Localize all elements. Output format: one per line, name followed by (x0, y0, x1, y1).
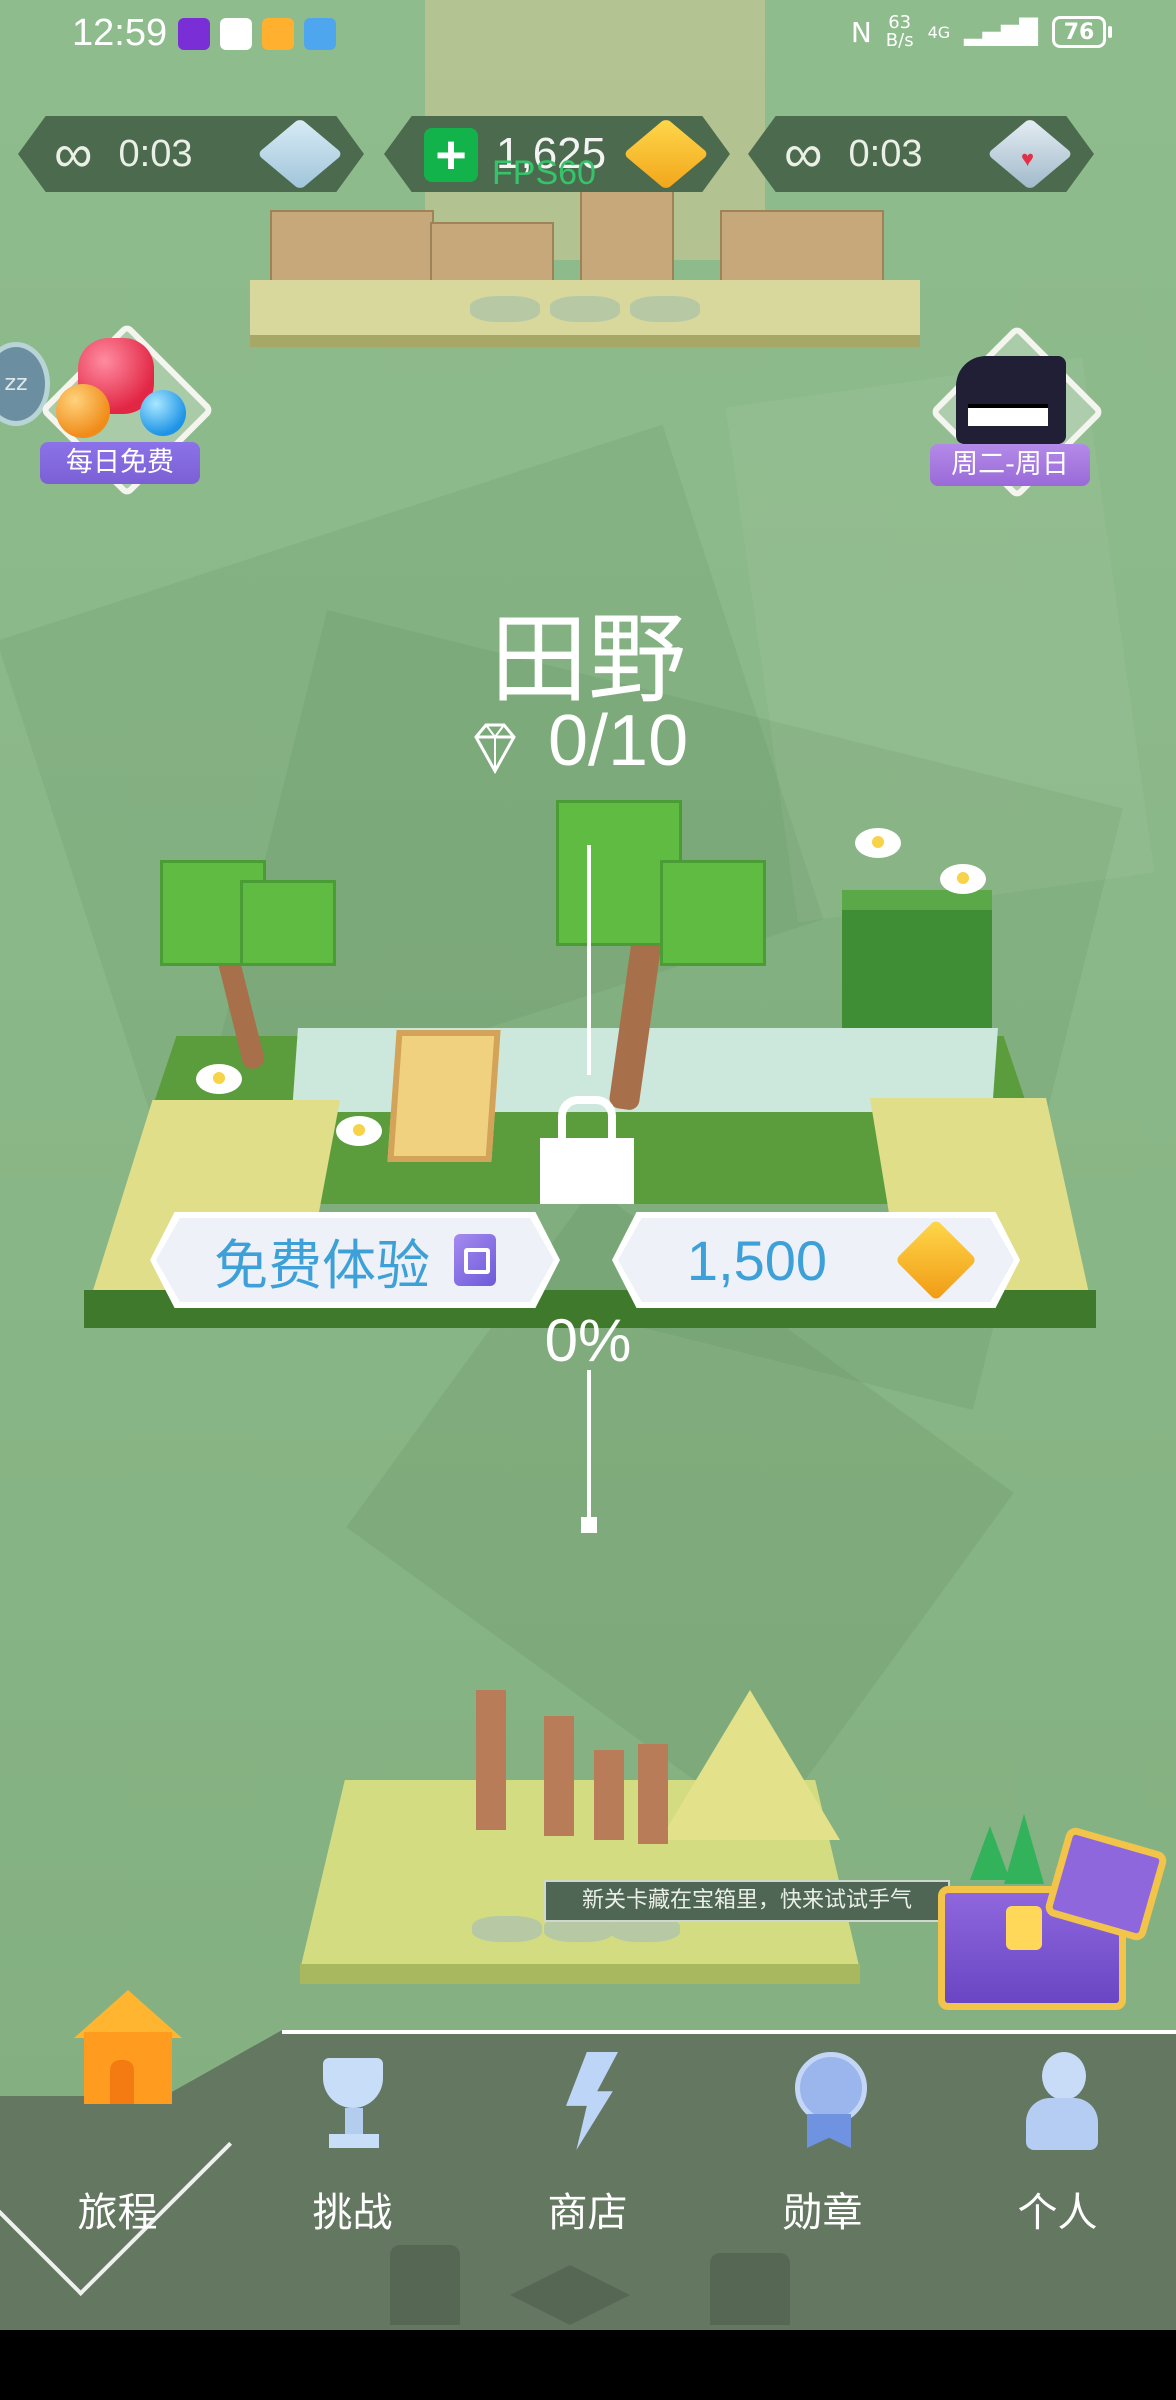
piano-icon (956, 356, 1066, 444)
mini-tree-icon (1004, 1814, 1044, 1884)
heart-timer: 0:03 (848, 132, 923, 175)
piano-event-badge[interactable]: 周二-周日 (920, 324, 1105, 510)
stone-pillar (594, 1750, 624, 1840)
notification-app-icon (262, 18, 294, 50)
daisy-flower (940, 864, 986, 894)
status-right-group: N 63 B/s 4G ▂▄▆█ 76 (850, 14, 1112, 50)
daily-free-label: 每日免费 (40, 442, 200, 484)
daisy-flower (336, 1116, 382, 1146)
stone-pad (630, 296, 700, 322)
piano-keys-icon (968, 404, 1048, 426)
gold-cube-icon (622, 117, 710, 191)
next-level-scenery[interactable] (300, 1690, 860, 1984)
store-bolt-icon (548, 2052, 632, 2162)
status-time: 12:59 (72, 12, 168, 54)
nav-journey[interactable]: 旅程 (0, 1990, 235, 2330)
orange-gem-icon (56, 384, 110, 438)
nav-profile[interactable]: 个人 (940, 2030, 1175, 2330)
stone-pillar (544, 1716, 574, 1836)
buy-level-inner: 1,500 (618, 1218, 1014, 1302)
add-coins-icon[interactable]: + (424, 128, 478, 182)
level-progress-percent: 0% (544, 1307, 632, 1374)
daisy-flower (196, 1064, 242, 1094)
battery-level: 76 (1063, 19, 1095, 45)
buy-level-button[interactable]: 1,500 (612, 1212, 1020, 1308)
free-trial-label: 免费体验 (214, 1233, 430, 1297)
event-schedule-label: 周二-周日 (930, 444, 1090, 486)
nav-label-profile: 个人 (1017, 2190, 1098, 2236)
heart-icon: ♥ (1020, 146, 1034, 171)
heart-timer-pill[interactable]: ∞ 0:03 ♥ (748, 116, 1094, 192)
raised-grass-block (842, 890, 992, 1032)
crystal-cube-icon (256, 117, 344, 191)
nav-label-journey: 旅程 (77, 2190, 158, 2236)
progress-string-bottom (587, 1370, 591, 1520)
network-speed: 63 B/s (886, 14, 914, 50)
infinity-icon: ∞ (784, 124, 822, 184)
system-navigation-bar (0, 2330, 1176, 2400)
nav-label-store: 商店 (547, 2190, 628, 2236)
scenery-platform-edge (300, 1964, 860, 1984)
signal-icon: ▂▄▆█ (964, 18, 1038, 46)
level-price: 1,500 (686, 1228, 828, 1292)
free-trial-button[interactable]: 免费体验 (150, 1212, 560, 1308)
treasure-hint-tooltip: 新关卡藏在宝箱里，快来试试手气 (544, 1880, 950, 1922)
stone-pillar (476, 1690, 506, 1830)
progress-string-top (587, 845, 591, 1075)
chest-lock-icon (1006, 1906, 1042, 1950)
ruin-block (430, 222, 554, 286)
battery-icon: 76 (1052, 16, 1112, 48)
tree-center (520, 760, 780, 1112)
infinity-icon: ∞ (54, 124, 92, 184)
stone-pad (472, 1916, 542, 1942)
nav-decoration-ruins (390, 2245, 810, 2325)
status-app-icons (178, 18, 336, 50)
revive-timer-pill[interactable]: ∞ 0:03 (18, 116, 364, 192)
wooden-bridge (387, 1030, 501, 1162)
revive-timer: 0:03 (118, 132, 193, 175)
notification-app-icon (178, 18, 210, 50)
gold-cube-icon (895, 1218, 978, 1302)
blue-gem-icon (140, 390, 186, 436)
free-trial-inner: 免费体验 (156, 1218, 554, 1302)
network-speed-unit: B/s (885, 30, 914, 51)
stone-pad (470, 296, 540, 322)
pyramid (660, 1690, 840, 1840)
person-icon (1018, 2052, 1102, 2162)
progress-string-knot (581, 1517, 597, 1533)
nav-label-challenge: 挑战 (312, 2190, 393, 2236)
nav-label-medals: 勋章 (782, 2190, 863, 2236)
notification-app-icon (304, 18, 336, 50)
stone-pillar (638, 1744, 668, 1844)
stone-pad (550, 296, 620, 322)
home-icon (74, 1990, 182, 2114)
padlock-icon (540, 1096, 634, 1204)
notification-app-icon (220, 18, 252, 50)
ticket-icon (454, 1234, 496, 1286)
nfc-icon: N (850, 15, 872, 49)
network-type: 4G (927, 22, 951, 42)
medal-icon (783, 2052, 867, 2162)
treasure-chest-button[interactable] (934, 1814, 1169, 2010)
tree-left (150, 820, 370, 1080)
fps-counter: FPS60 (492, 154, 596, 192)
daisy-flower (855, 828, 901, 858)
trophy-icon (313, 2052, 397, 2162)
daily-free-badge[interactable]: 每日免费 (30, 322, 215, 508)
